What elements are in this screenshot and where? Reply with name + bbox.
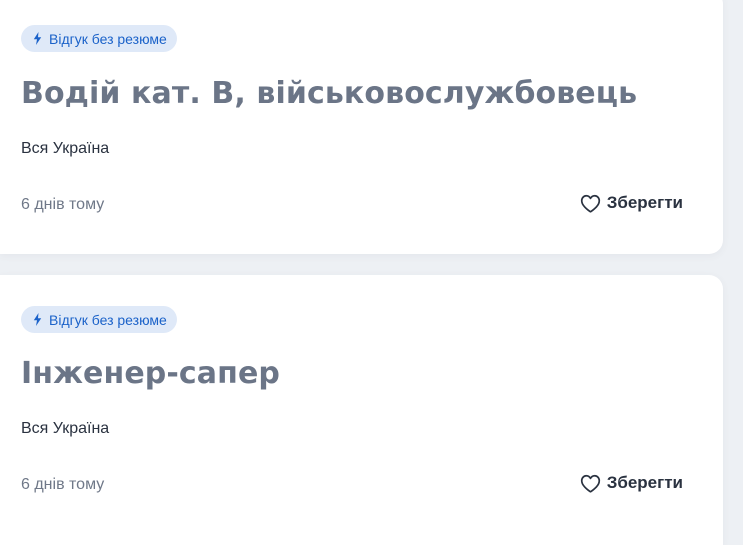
heart-icon <box>580 474 601 493</box>
save-button[interactable]: Зберегти <box>580 193 683 213</box>
vacancy-location: Вся Україна <box>21 140 110 157</box>
lightning-icon <box>33 32 42 45</box>
vacancy-title[interactable]: Водій кат. В, військовослужбовець <box>21 76 637 111</box>
save-button-label: Зберегти <box>606 193 683 212</box>
vacancy-card[interactable]: Відгук без резюме Водій кат. В, військов… <box>0 0 723 254</box>
vacancy-location: Вся Україна <box>21 420 110 437</box>
vacancy-card[interactable]: Відгук без резюме Інженер-сапер Вся Укра… <box>0 275 723 545</box>
apply-without-resume-badge: Відгук без резюме <box>21 306 177 333</box>
lightning-icon <box>33 313 42 326</box>
save-button[interactable]: Зберегти <box>580 473 683 493</box>
apply-without-resume-badge: Відгук без резюме <box>21 25 177 52</box>
badge-label: Відгук без резюме <box>49 30 167 47</box>
heart-icon <box>580 194 601 213</box>
vacancy-title[interactable]: Інженер-сапер <box>21 356 280 391</box>
posted-date: 6 днів тому <box>21 196 105 213</box>
posted-date: 6 днів тому <box>21 476 105 493</box>
badge-label: Відгук без резюме <box>49 311 167 328</box>
save-button-label: Зберегти <box>606 473 683 492</box>
